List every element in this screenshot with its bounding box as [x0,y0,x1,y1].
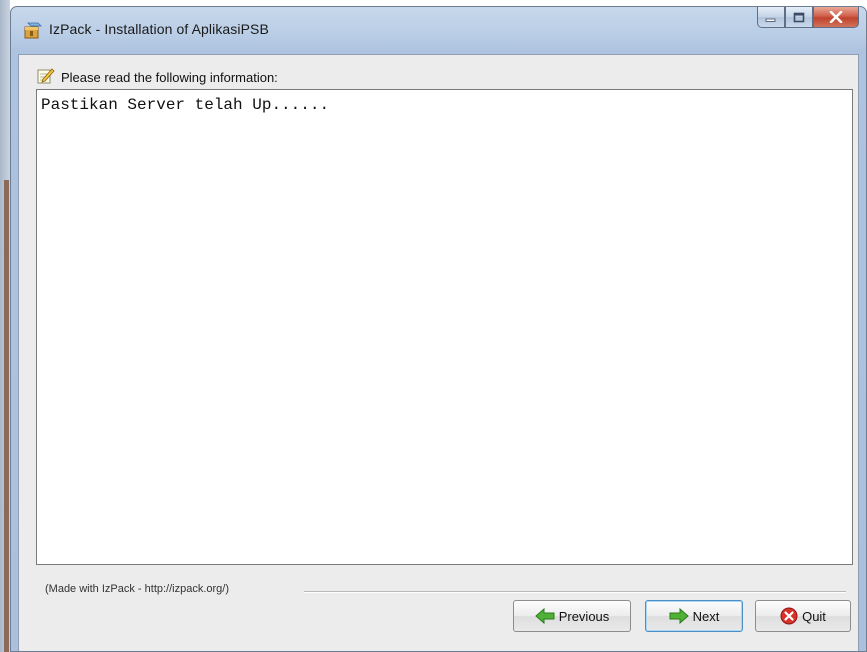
info-header: Please read the following information: [37,67,278,88]
next-button[interactable]: Next [645,600,743,632]
installer-window: IzPack - Installation of AplikasiPSB Ple… [10,6,867,652]
quit-label: Quit [802,608,826,624]
information-text-area[interactable]: Pastikan Server telah Up...... [36,89,853,565]
edit-note-icon [37,67,55,88]
quit-button[interactable]: Quit [755,600,851,632]
installer-panel: Please read the following information: P… [18,54,859,651]
close-button[interactable] [813,7,859,28]
info-label: Please read the following information: [61,69,278,85]
made-with-izpack-label: (Made with IzPack - http://izpack.org/) [45,583,230,595]
minimize-button[interactable] [757,7,785,28]
close-icon [829,8,843,27]
next-label: Next [692,608,720,624]
title-bar[interactable]: IzPack - Installation of AplikasiPSB [11,7,866,53]
arrow-right-icon [669,608,689,624]
window-controls [757,7,859,29]
maximize-button[interactable] [785,7,813,28]
desktop-background-strip [0,0,10,652]
previous-label: Previous [558,608,610,624]
minimize-icon [765,8,777,27]
maximize-icon [793,8,805,27]
previous-button[interactable]: Previous [513,600,631,632]
izpack-app-icon [24,21,42,39]
window-title: IzPack - Installation of AplikasiPSB [49,21,269,37]
footer-separator [304,591,846,593]
arrow-left-icon [534,608,555,624]
quit-icon [780,607,798,625]
